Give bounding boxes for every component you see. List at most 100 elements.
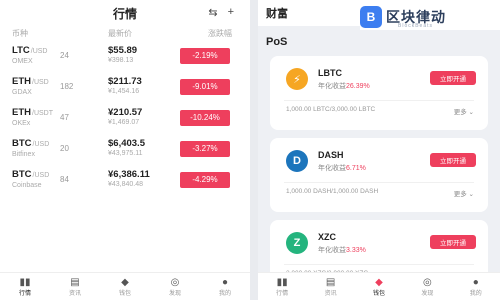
coin-name: LBTC — [318, 68, 342, 78]
price-cell: $6,403.5 ¥43,975.11 — [108, 138, 180, 159]
tab-market-right[interactable]: ▮▮ 行情 — [262, 277, 302, 297]
tab-market[interactable]: ▮▮ 行情 — [5, 277, 45, 297]
user-icon: ● — [221, 276, 229, 288]
exchange-name: Coinbase — [12, 181, 42, 189]
chart-icon: ▮▮ — [276, 276, 288, 288]
pair-cell: BTC/USD Bitfinex — [0, 138, 60, 160]
open-button[interactable]: 立即开通 — [430, 235, 476, 249]
annual-rate: 年化收益3.33% — [318, 247, 366, 254]
bottom-tabbar: ▮▮ 行情 ▤ 资讯 ◆ 钱包 ◎ 发现 ● 我的 — [0, 272, 250, 300]
news-icon: ▤ — [70, 276, 80, 288]
price-usd: ¥6,386.11 — [108, 169, 150, 180]
change-badge[interactable]: -3.27% — [180, 140, 230, 157]
coin-name: DASH — [318, 150, 344, 160]
exchange-icon[interactable]: ⇆ — [208, 6, 217, 19]
change-badge[interactable]: -2.19% — [180, 47, 230, 64]
tab-news-right[interactable]: ▤ 资讯 — [311, 277, 351, 297]
price-cell: ¥6,386.11 ¥43,840.48 — [108, 169, 180, 190]
col-pair: 币种 — [12, 28, 28, 38]
pair-quote: /USD — [32, 171, 50, 179]
pair-symbol: ETH — [12, 106, 31, 118]
add-icon[interactable]: + — [228, 6, 234, 19]
brand-sub: BlockBeats — [398, 23, 434, 29]
col-change: 涨跌幅 — [208, 28, 232, 38]
annual-rate: 年化收益26.39% — [318, 83, 370, 90]
pair-quote: /USDT — [32, 109, 53, 117]
coin-icon: Z — [286, 232, 308, 254]
pair-symbol: ETH — [12, 75, 31, 87]
open-button[interactable]: 立即开通 — [430, 153, 476, 167]
market-panel: 行情 ⇆ + 币种 最新价 涨跌幅 LTC/USD OMEX 24 $55.89… — [0, 0, 250, 300]
exchange-name: OMEX — [12, 57, 33, 65]
bottom-tabbar-right: ▮▮ 行情 ▤ 资讯 ◆ 钱包 ◎ 发现 ● 我的 — [258, 272, 500, 300]
tab-wallet[interactable]: ◆ 钱包 — [105, 277, 145, 297]
price-cny: ¥1,469.07 — [108, 119, 140, 126]
diamond-icon: ◆ — [121, 276, 129, 288]
pair-cell: ETH/USD GDAX — [0, 76, 60, 98]
price-cny: ¥1,454.16 — [108, 88, 140, 95]
volume: 182 — [60, 82, 74, 91]
change-badge[interactable]: -4.29% — [180, 171, 230, 188]
page-title: 行情 — [112, 6, 137, 21]
user-icon: ● — [472, 276, 479, 288]
market-row[interactable]: BTC/USD Coinbase 84 ¥6,386.11 ¥43,840.48… — [0, 164, 250, 195]
pair-symbol: BTC — [12, 137, 32, 149]
exchange-name: GDAX — [12, 88, 32, 96]
column-header: 币种 最新价 涨跌幅 — [0, 26, 250, 40]
coin-icon: ⚡ — [286, 68, 308, 90]
market-row[interactable]: BTC/USD Bitfinex 20 $6,403.5 ¥43,975.11 … — [0, 133, 250, 164]
change-badge[interactable]: -10.24% — [180, 109, 230, 126]
compass-icon: ◎ — [170, 276, 180, 288]
more-link[interactable]: 更多 ⌄ — [454, 188, 474, 198]
market-row[interactable]: LTC/USD OMEX 24 $55.89 ¥398.13 -2.19% — [0, 40, 250, 71]
chevron-down-icon: ⌄ — [468, 109, 474, 116]
price-cny: ¥43,975.11 — [108, 150, 143, 157]
open-button[interactable]: 立即开通 — [430, 71, 476, 85]
tab-profile[interactable]: ● 我的 — [205, 277, 245, 297]
price-cny: ¥43,840.48 — [108, 181, 144, 188]
price-usd: $211.73 — [108, 76, 142, 87]
divider — [284, 100, 474, 101]
market-header: 行情 ⇆ + — [0, 0, 250, 26]
wealth-title: 财富 — [266, 8, 288, 20]
pair-cell: LTC/USD OMEX — [0, 45, 60, 67]
price-cell: $55.89 ¥398.13 — [108, 45, 180, 66]
tab-news[interactable]: ▤ 资讯 — [55, 277, 95, 297]
price-usd: $55.89 — [108, 45, 138, 56]
volume: 24 — [60, 51, 69, 60]
price-usd: ¥210.57 — [108, 107, 143, 118]
section-title: PoS — [266, 36, 288, 48]
col-price: 最新价 — [108, 28, 132, 38]
wealth-panel: 财富 B 区块律动 BlockBeats PoS ⚡ LBTC 年化收益26.3… — [258, 0, 500, 300]
min-max-amount: 1,000.00 DASH/1,000.00 DASH — [286, 188, 379, 195]
pair-cell: ETH/USDT OKEx — [0, 107, 60, 129]
volume: 84 — [60, 175, 69, 184]
volume: 20 — [60, 144, 69, 153]
tab-discover[interactable]: ◎ 发现 — [155, 277, 195, 297]
annual-rate: 年化收益6.71% — [318, 165, 366, 172]
market-row[interactable]: ETH/USDT OKEx 47 ¥210.57 ¥1,469.07 -10.2… — [0, 102, 250, 133]
volume: 47 — [60, 113, 69, 122]
pair-quote: /USD — [32, 78, 49, 86]
price-cny: ¥398.13 — [108, 57, 134, 64]
compass-icon: ◎ — [422, 276, 432, 288]
pos-card: D DASH 年化收益6.71% 立即开通 1,000.00 DASH/1,00… — [270, 138, 488, 212]
market-row[interactable]: ETH/USD GDAX 182 $211.73 ¥1,454.16 -9.01… — [0, 71, 250, 102]
diamond-icon: ◆ — [375, 276, 383, 288]
tab-profile-right[interactable]: ● 我的 — [456, 277, 496, 297]
brand-logo-icon: B — [360, 6, 382, 28]
pair-symbol: LTC — [12, 44, 30, 56]
price-cell: ¥210.57 ¥1,469.07 — [108, 107, 180, 128]
more-link[interactable]: 更多 ⌄ — [454, 106, 474, 116]
pair-symbol: BTC — [12, 168, 32, 180]
price-usd: $6,403.5 — [108, 138, 145, 149]
pair-quote: /USD — [30, 47, 48, 55]
news-icon: ▤ — [325, 276, 336, 288]
pos-card: ⚡ LBTC 年化收益26.39% 立即开通 1,000.00 LBTC/3,0… — [270, 56, 488, 130]
tab-discover-right[interactable]: ◎ 发现 — [407, 277, 447, 297]
divider — [284, 264, 474, 265]
brand-watermark: B 区块律动 BlockBeats — [360, 4, 500, 30]
change-badge[interactable]: -9.01% — [180, 78, 230, 95]
price-cell: $211.73 ¥1,454.16 — [108, 76, 180, 97]
tab-wallet-right[interactable]: ◆ 钱包 — [359, 277, 399, 297]
